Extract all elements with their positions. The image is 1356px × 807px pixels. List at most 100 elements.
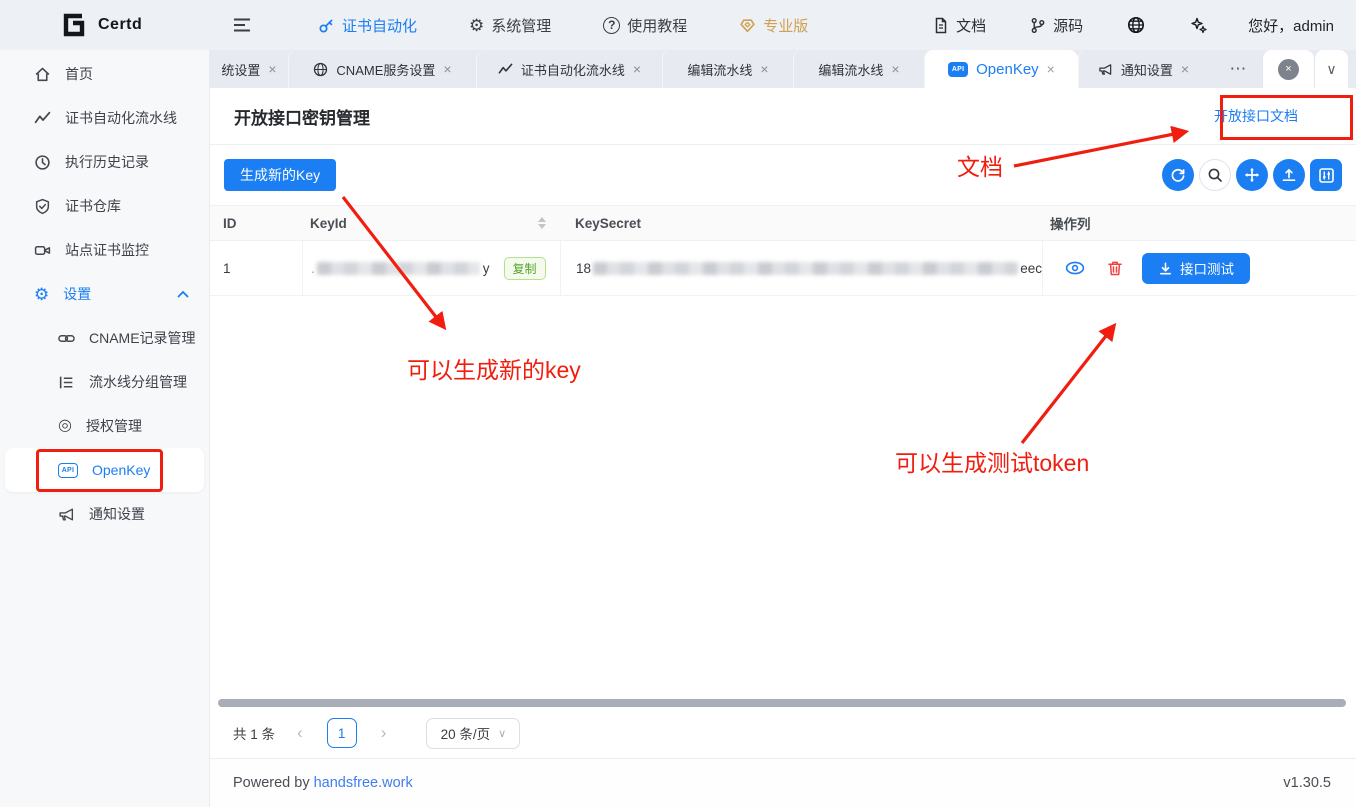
- brand[interactable]: Certd: [58, 10, 188, 40]
- tab-openkey[interactable]: API OpenKey ×: [924, 50, 1078, 88]
- column-header-actions: 操作列: [1042, 206, 1356, 240]
- tab-close-icon[interactable]: ×: [268, 62, 276, 76]
- tab-edit-pipeline-1[interactable]: 编辑流水线 ×: [662, 50, 793, 88]
- page-header: 开放接口密钥管理 开放接口文档: [210, 88, 1356, 145]
- copy-tag-button[interactable]: 复制: [504, 257, 546, 280]
- sidebar-item-label: 执行历史记录: [65, 152, 149, 172]
- tab-label: 通知设置: [1121, 60, 1173, 79]
- tab-cert-pipelines[interactable]: 证书自动化流水线 ×: [476, 50, 662, 88]
- tab-close-icon[interactable]: ×: [760, 62, 768, 76]
- column-header-keysecret[interactable]: KeySecret: [560, 206, 1042, 240]
- sidebar-item-history[interactable]: 执行历史记录: [0, 140, 209, 184]
- sidebar-item-home[interactable]: 首页: [0, 52, 209, 96]
- page-title: 开放接口密钥管理: [234, 104, 370, 129]
- pulse-line-icon: [498, 62, 513, 77]
- sidebar-item-label: 授权管理: [86, 416, 142, 436]
- column-header-id[interactable]: ID: [210, 216, 302, 231]
- top-menu-cert-automation[interactable]: 证书自动化: [292, 0, 443, 50]
- horizontal-scrollbar[interactable]: [218, 699, 1346, 707]
- tabs-more-icon[interactable]: ⋯: [1214, 50, 1262, 88]
- top-menu-tutorial[interactable]: ? 使用教程: [577, 0, 713, 50]
- chevron-down-icon: ∨: [498, 727, 506, 740]
- tabs-dropdown-icon[interactable]: ∨: [1314, 50, 1348, 88]
- open-api-doc-link[interactable]: 开放接口文档: [1214, 106, 1340, 126]
- page-size-value: 20 条/页: [441, 723, 491, 743]
- redacted-keyid: [317, 262, 480, 275]
- history-clock-icon: [34, 154, 51, 171]
- api-test-button[interactable]: 接口测试: [1142, 253, 1250, 284]
- collapse-sidebar-icon[interactable]: [233, 17, 252, 33]
- sort-icon[interactable]: [538, 217, 546, 229]
- delete-trash-icon[interactable]: [1107, 260, 1123, 277]
- user-greeting[interactable]: 您好，admin: [1248, 15, 1334, 36]
- top-menu-label: 使用教程: [627, 15, 687, 36]
- brand-name: Certd: [98, 16, 142, 34]
- tab-close-icon[interactable]: ×: [1047, 62, 1055, 76]
- search-button[interactable]: [1199, 159, 1231, 191]
- sidebar-item-site-monitor[interactable]: 站点证书监控: [0, 228, 209, 272]
- sidebar-item-cname-records[interactable]: CNAME记录管理: [0, 316, 209, 360]
- doc-link-top[interactable]: 文档: [911, 15, 1008, 36]
- tab-settings-partial[interactable]: 统设置 ×: [210, 50, 288, 88]
- sidebar-item-label: 设置: [63, 284, 91, 304]
- table-header: ID KeyId KeySecret 操作列: [210, 205, 1356, 241]
- page-number-button[interactable]: 1: [327, 718, 357, 748]
- page-size-select[interactable]: 20 条/页 ∨: [426, 718, 520, 749]
- tab-close-icon[interactable]: ×: [891, 62, 899, 76]
- compact-size-button[interactable]: [1236, 159, 1268, 191]
- certd-logo-icon: [58, 10, 88, 40]
- sidebar: 首页 证书自动化流水线 执行历史记录 证书仓库 站点证书监控 ⚙ 设置 CNAM…: [0, 50, 210, 807]
- sidebar-item-label: 证书仓库: [65, 196, 121, 216]
- source-link-top[interactable]: 源码: [1008, 15, 1105, 36]
- sidebar-item-pipelines[interactable]: 证书自动化流水线: [0, 96, 209, 140]
- tab-label: 证书自动化流水线: [521, 60, 625, 79]
- tab-label: 统设置: [221, 60, 260, 79]
- language-globe-icon[interactable]: [1105, 16, 1167, 34]
- top-menu-system[interactable]: ⚙ 系统管理: [443, 0, 577, 50]
- prev-page-icon[interactable]: ‹: [289, 723, 311, 743]
- tab-cname-service[interactable]: CNAME服务设置 ×: [288, 50, 476, 88]
- column-header-keyid[interactable]: KeyId: [302, 206, 560, 240]
- sidebar-item-label: 通知设置: [89, 504, 145, 524]
- video-camera-icon: [34, 242, 51, 259]
- keysecret-prefix: 18: [576, 261, 591, 276]
- column-settings-button[interactable]: [1310, 159, 1342, 191]
- refresh-button[interactable]: [1162, 159, 1194, 191]
- next-page-icon[interactable]: ›: [373, 723, 395, 743]
- sidebar-item-label: 流水线分组管理: [89, 372, 187, 392]
- api-test-label: 接口测试: [1180, 258, 1234, 278]
- sidebar-item-openkey[interactable]: API OpenKey: [5, 448, 204, 492]
- handsfree-link[interactable]: handsfree.work: [314, 775, 413, 791]
- chevron-up-icon: [177, 290, 189, 298]
- column-label: KeyId: [310, 216, 347, 231]
- tab-edit-pipeline-2[interactable]: 编辑流水线 ×: [793, 50, 924, 88]
- sidebar-item-label: CNAME记录管理: [89, 328, 196, 348]
- top-menu-pro[interactable]: 专业版: [713, 0, 834, 50]
- powered-by-text: Powered by: [233, 775, 310, 791]
- sidebar-item-settings[interactable]: ⚙ 设置: [0, 272, 209, 316]
- close-all-tabs-button[interactable]: ×: [1262, 50, 1314, 88]
- sidebar-item-cert-store[interactable]: 证书仓库: [0, 184, 209, 228]
- tab-close-icon[interactable]: ×: [633, 62, 641, 76]
- view-eye-icon[interactable]: [1065, 260, 1085, 276]
- export-button[interactable]: [1273, 159, 1305, 191]
- tab-notifications[interactable]: 通知设置 ×: [1078, 50, 1208, 88]
- table-tools: [1162, 159, 1342, 191]
- redacted-keysecret: [593, 262, 1018, 275]
- tab-label: 编辑流水线: [818, 60, 883, 79]
- toolbar: 生成新的Key: [210, 145, 1356, 205]
- sidebar-item-pipeline-groups[interactable]: 流水线分组管理: [0, 360, 209, 404]
- shield-check-icon: [34, 198, 51, 215]
- sidebar-item-label: 证书自动化流水线: [65, 108, 177, 128]
- sidebar-item-notifications[interactable]: 通知设置: [0, 492, 209, 536]
- link-icon: [58, 330, 75, 347]
- api-icon: API: [948, 62, 968, 77]
- generate-key-button[interactable]: 生成新的Key: [224, 159, 336, 191]
- sidebar-item-authorization[interactable]: ◎ 授权管理: [0, 404, 209, 448]
- cell-keyid: . y 复制: [302, 241, 560, 295]
- tab-close-icon[interactable]: ×: [1181, 62, 1189, 76]
- question-icon: ?: [603, 17, 620, 34]
- megaphone-icon: [1098, 62, 1113, 77]
- tab-close-icon[interactable]: ×: [443, 62, 451, 76]
- ai-sparkles-icon[interactable]: [1167, 16, 1230, 35]
